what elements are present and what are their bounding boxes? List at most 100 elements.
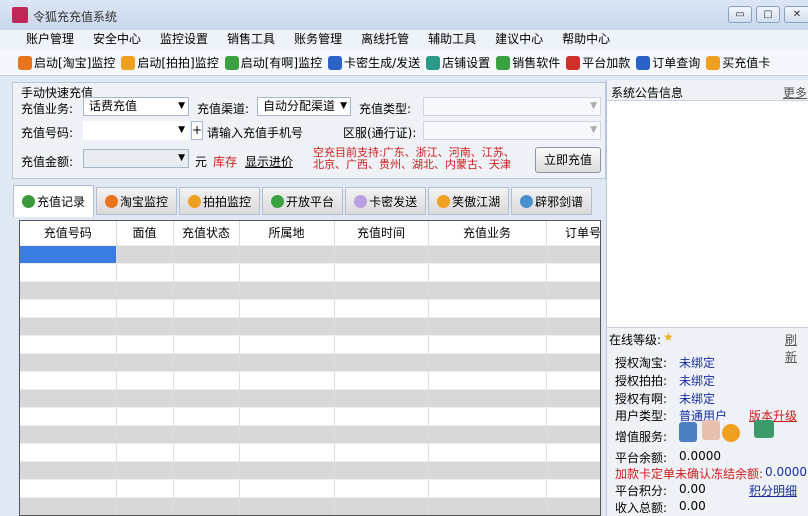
unit-label: 元 bbox=[195, 155, 208, 169]
open-platform-icon bbox=[271, 194, 285, 208]
column-header[interactable]: 所属地 bbox=[239, 221, 335, 245]
table-cell bbox=[428, 442, 547, 461]
channel-value: 自动分配渠道 bbox=[263, 99, 336, 113]
taobao-icon bbox=[18, 55, 32, 70]
title-bar: 令狐充充值系统 ▭ ▢ ✕ bbox=[0, 0, 808, 30]
column-header[interactable]: 面值 bbox=[116, 221, 174, 245]
column-header[interactable]: 充值状态 bbox=[173, 221, 240, 245]
mobile-service-icon[interactable] bbox=[754, 420, 774, 438]
maximize-button[interactable]: ▢ bbox=[756, 6, 780, 23]
table-cell bbox=[428, 352, 547, 371]
tab-xiaoao-jianghu[interactable]: 笑傲江湖 bbox=[428, 187, 510, 215]
menu-suggestions[interactable]: 建议中心 bbox=[495, 30, 543, 50]
table-row[interactable] bbox=[20, 352, 600, 371]
menu-sales-tools[interactable]: 销售工具 bbox=[227, 30, 275, 50]
tab-open-platform[interactable]: 开放平台 bbox=[262, 187, 344, 215]
table-cell bbox=[173, 334, 240, 353]
vas-label: 增值服务: bbox=[615, 430, 668, 444]
table-cell bbox=[334, 424, 429, 443]
tab-taobao-monitor[interactable]: 淘宝监控 bbox=[96, 187, 178, 215]
tab-bixie-jianpu[interactable]: 辟邪剑谱 bbox=[511, 187, 593, 215]
menu-security[interactable]: 安全中心 bbox=[93, 30, 141, 50]
toolbar-button[interactable]: 启动[淘宝]监控 bbox=[18, 54, 115, 71]
card-service-icon[interactable] bbox=[702, 420, 720, 440]
table-row[interactable] bbox=[20, 298, 600, 317]
more-link[interactable]: 更多 bbox=[783, 84, 807, 101]
tab-paipai-monitor[interactable]: 拍拍监控 bbox=[179, 187, 261, 215]
column-header[interactable]: 充值时间 bbox=[334, 221, 429, 245]
zone-label: 区服(通行证): bbox=[343, 126, 417, 140]
table-row[interactable] bbox=[20, 424, 600, 443]
table-row[interactable] bbox=[20, 496, 600, 515]
business-select[interactable]: 话费充值 ▼ bbox=[83, 97, 189, 116]
column-header[interactable]: 充值号码 bbox=[20, 221, 117, 245]
charge-now-button[interactable]: 立即充值 bbox=[535, 147, 601, 173]
menu-monitor-settings[interactable]: 监控设置 bbox=[160, 30, 208, 50]
points-label: 平台积分: bbox=[615, 484, 668, 498]
menu-offline-hosting[interactable]: 离线托管 bbox=[361, 30, 409, 50]
add-number-button[interactable]: + bbox=[191, 121, 203, 140]
table-cell bbox=[20, 298, 117, 317]
table-cell bbox=[334, 316, 429, 335]
number-input[interactable]: ▼ bbox=[83, 121, 189, 140]
channel-select[interactable]: 自动分配渠道 ▼ bbox=[257, 97, 351, 116]
charge-records-table[interactable]: 充值号码 面值 充值状态 所属地 充值时间 充值业务 订单号 bbox=[19, 220, 601, 516]
table-row[interactable] bbox=[20, 370, 600, 389]
table-cell bbox=[428, 244, 547, 263]
auth-youa-label: 授权有啊: bbox=[615, 392, 668, 406]
column-header[interactable]: 订单号 bbox=[546, 221, 600, 245]
table-cell bbox=[239, 352, 335, 371]
toolbar-button[interactable]: 店铺设置 bbox=[426, 54, 490, 71]
points-detail-link[interactable]: 积分明细 bbox=[749, 482, 797, 499]
table-row[interactable] bbox=[20, 262, 600, 281]
menu-account[interactable]: 账户管理 bbox=[26, 30, 74, 50]
tab-charge-records[interactable]: 充值记录 bbox=[13, 185, 95, 217]
table-cell bbox=[116, 424, 174, 443]
column-header[interactable]: 充值业务 bbox=[428, 221, 547, 245]
toolbar-button[interactable]: 启动[有啊]监控 bbox=[224, 54, 322, 71]
menu-aux-tools[interactable]: 辅助工具 bbox=[428, 30, 476, 50]
table-cell bbox=[334, 496, 429, 515]
charge-records-icon bbox=[22, 195, 35, 208]
tab-label: 淘宝监控 bbox=[120, 194, 169, 209]
table-cell bbox=[116, 442, 174, 461]
table-row[interactable] bbox=[20, 388, 600, 407]
hosting-service-icon[interactable] bbox=[722, 424, 740, 442]
table-row[interactable] bbox=[20, 334, 600, 353]
table-cell bbox=[428, 424, 547, 443]
close-button[interactable]: ✕ bbox=[784, 6, 808, 23]
table-cell bbox=[173, 478, 240, 497]
table-cell bbox=[428, 334, 547, 353]
toolbar-button[interactable]: 启动[拍拍]监控 bbox=[121, 54, 219, 71]
toolbar-button-label: 订单查询 bbox=[652, 56, 701, 70]
menu-finance[interactable]: 账务管理 bbox=[294, 30, 342, 50]
toolbar-button[interactable]: 订单查询 bbox=[636, 54, 700, 71]
table-row[interactable] bbox=[20, 460, 600, 479]
number-hint: 请输入充值手机号 bbox=[207, 126, 304, 140]
table-row[interactable] bbox=[20, 244, 600, 263]
refresh-link[interactable]: 刷新 bbox=[785, 331, 808, 365]
tab-card-send[interactable]: 卡密发送 bbox=[345, 187, 427, 215]
table-row[interactable] bbox=[20, 280, 600, 299]
table-row[interactable] bbox=[20, 316, 600, 335]
minimize-button[interactable]: ▭ bbox=[728, 6, 752, 23]
auth-paipai-value: 未绑定 bbox=[679, 374, 716, 388]
stock-link[interactable]: 库存 bbox=[213, 153, 237, 170]
menu-help[interactable]: 帮助中心 bbox=[562, 30, 610, 50]
toolbar-button[interactable]: 卡密生成/发送 bbox=[328, 54, 420, 71]
table-row[interactable] bbox=[20, 478, 600, 497]
toolbar-button[interactable]: 销售软件 bbox=[496, 54, 560, 71]
show-price-link[interactable]: 显示进价 bbox=[245, 153, 293, 170]
table-row[interactable] bbox=[20, 406, 600, 425]
type-select[interactable]: ▼ bbox=[423, 97, 601, 116]
amount-select[interactable]: ▼ bbox=[83, 149, 189, 168]
table-cell bbox=[546, 334, 600, 353]
toolbar-button[interactable]: 买充值卡 bbox=[706, 54, 770, 71]
table-cell bbox=[116, 316, 174, 335]
table-row[interactable] bbox=[20, 442, 600, 461]
toolbar-button[interactable]: 平台加款 bbox=[566, 54, 630, 71]
sms-service-icon[interactable] bbox=[679, 422, 697, 442]
toolbar-button-label: 卡密生成/发送 bbox=[344, 56, 421, 70]
xiaoao-jianghu-icon bbox=[437, 194, 451, 208]
zone-select[interactable]: ▼ bbox=[423, 121, 601, 140]
